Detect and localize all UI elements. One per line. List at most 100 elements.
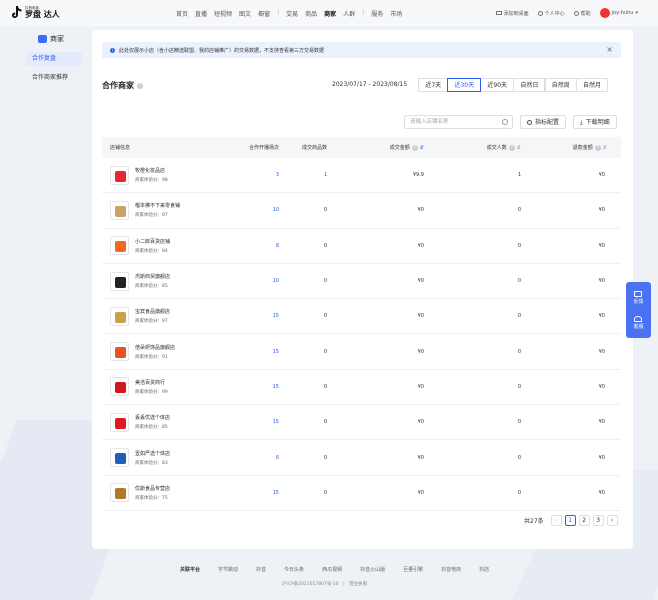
question-circle-icon[interactable]: ?	[411, 144, 418, 151]
shop-name[interactable]: 小二郎百货店铺	[135, 238, 170, 245]
range-tab[interactable]: 近30天	[447, 78, 482, 92]
table-row[interactable]: 牧橙化妆品店 商家体验分：98 3 1 ¥9.9 1 ¥0	[102, 158, 621, 194]
table-row[interactable]: 优斯食品专营店 商家体验分：75 15 0 ¥0 0 ¥0	[102, 476, 621, 511]
range-tab[interactable]: 自然月	[576, 78, 609, 92]
sessions-cell[interactable]: 15	[237, 313, 279, 319]
shop-cell: 牧橙化妆品店 商家体验分：98	[102, 165, 237, 185]
sessions-cell[interactable]: 15	[237, 349, 279, 355]
table-row[interactable]: 倍朵妍饰品旗舰店 商家体验分：91 15 0 ¥0 0 ¥0	[102, 334, 621, 370]
table-row[interactable]: 榴本佛不下来零食铺 商家体验分：97 10 0 ¥0 0 ¥0	[102, 193, 621, 229]
shop-name[interactable]: 宝宾食品旗舰店	[135, 308, 170, 315]
table-row[interactable]: 丢丢优选个体店 商家体验分：85 15 0 ¥0 0 ¥0	[102, 405, 621, 441]
footer-link[interactable]: 抖店	[479, 566, 489, 573]
license-link[interactable]: 营业执照	[349, 582, 367, 587]
footer-link[interactable]: 抖音火山版	[360, 566, 385, 573]
next-page-button[interactable]: ›	[606, 515, 618, 526]
buyers-cell: 0	[517, 489, 521, 496]
table-row[interactable]: 宝宾食品旗舰店 商家体验分：97 15 0 ¥0 0 ¥0	[102, 299, 621, 335]
sidebar-item-review[interactable]: 合作复盘	[26, 52, 82, 66]
shop-name[interactable]: 杰斯商贸旗舰店	[135, 273, 170, 280]
footer-link[interactable]: 抖音电商	[441, 566, 461, 573]
nav-item[interactable]: 人群	[343, 9, 355, 18]
question-circle-icon[interactable]: ?	[137, 82, 143, 89]
footer-link[interactable]: 抖音	[256, 566, 266, 573]
date-range-display[interactable]: 2023/07/17 - 2023/08/15	[332, 81, 407, 88]
nav-item[interactable]: 商品	[305, 9, 317, 18]
col-buyers[interactable]: 成交人数 ? ⇵	[424, 144, 521, 151]
shop-name[interactable]: 丢丢优选个体店	[135, 414, 170, 421]
sessions-cell[interactable]: 15	[237, 490, 279, 496]
user-menu[interactable]: joy-huhu ▾	[599, 8, 638, 18]
shop-search-input[interactable]: 请输入店铺名称	[404, 115, 513, 129]
nav-divider: |	[362, 9, 365, 16]
range-tab[interactable]: 近90天	[480, 78, 515, 92]
download-details-button[interactable]: ⤓ 下载明细	[573, 115, 617, 129]
sessions-cell[interactable]: 6	[237, 455, 279, 461]
table-row[interactable]: 小二郎百货店铺 商家体验分：84 8 0 ¥0 0 ¥0	[102, 229, 621, 264]
shop-name[interactable]: 榴本佛不下来零食铺	[135, 202, 180, 209]
sessions-cell[interactable]: 10	[237, 278, 279, 284]
nav-item[interactable]: 商家	[324, 9, 336, 18]
close-icon[interactable]: ×	[606, 45, 613, 54]
refund-cell: ¥0	[598, 207, 605, 214]
col-refund[interactable]: 退款金额 ? ⇵	[521, 144, 613, 151]
footer-link[interactable]: 今日头条	[284, 566, 304, 573]
sessions-cell[interactable]: 15	[237, 384, 279, 390]
table-row[interactable]: 杰斯商贸旗舰店 商家体验分：85 10 0 ¥0 0 ¥0	[102, 264, 621, 300]
question-circle-icon[interactable]: ?	[508, 144, 515, 151]
nav-item[interactable]: 交易	[286, 9, 298, 18]
page-2-button[interactable]: 2	[578, 515, 590, 526]
question-circle-icon[interactable]: ?	[594, 144, 601, 151]
sessions-cell[interactable]: 3	[237, 172, 279, 178]
shop-name[interactable]: 壹如严选个体店	[135, 450, 170, 457]
nav-item[interactable]: 服务	[371, 9, 383, 18]
table-row[interactable]: 美洁百货商行 商家体验分：99 15 0 ¥0 0 ¥0	[102, 370, 621, 406]
nav-item[interactable]: 图文	[239, 9, 251, 18]
page-3-button[interactable]: 3	[592, 515, 604, 526]
col-sessions[interactable]: 合作开播场次	[237, 144, 279, 151]
prev-page-button[interactable]: ‹	[550, 515, 562, 526]
sidebar-item-recommend[interactable]: 合作商家推荐	[26, 71, 82, 85]
nav-item[interactable]: 短视频	[214, 9, 232, 18]
shop-name[interactable]: 优斯食品专营店	[135, 485, 170, 492]
refund-cell: ¥0	[598, 278, 605, 285]
range-tab[interactable]: 近7天	[418, 78, 449, 92]
products-cell[interactable]: 1	[279, 172, 327, 178]
sessions-cell[interactable]: 10	[237, 207, 279, 213]
customer-service-button[interactable]: 客服	[633, 315, 644, 330]
col-gmv[interactable]: 成交金额 ? ⇵	[327, 144, 424, 151]
nav-item[interactable]: 市场	[390, 9, 402, 18]
shop-name[interactable]: 倍朵妍饰品旗舰店	[135, 344, 175, 351]
buyers-cell: 0	[517, 207, 521, 214]
shop-name[interactable]: 牧橙化妆品店	[135, 167, 168, 174]
shop-cell: 壹如严选个体店 商家体验分：83	[102, 448, 237, 468]
floating-actions: 反馈 客服	[626, 282, 651, 338]
sort-icon[interactable]: ⇵	[603, 145, 607, 151]
nav-item[interactable]: 橱窗	[258, 9, 270, 18]
table-row[interactable]: 壹如严选个体店 商家体验分：83 6 0 ¥0 0 ¥0	[102, 440, 621, 476]
help-button[interactable]: 帮助	[573, 10, 591, 17]
footer-link[interactable]: 字节跳动	[218, 566, 238, 573]
shop-name[interactable]: 美洁百货商行	[135, 379, 168, 386]
personal-center-button[interactable]: 个人中心	[537, 10, 565, 17]
icp-link[interactable]: 沪ICP备2021017807号-10	[282, 582, 339, 587]
col-products[interactable]: 成交商品数	[279, 144, 327, 151]
shop-cell: 杰斯商贸旗舰店 商家体验分：85	[102, 271, 237, 291]
shop-score: 商家体验分：84	[135, 248, 168, 254]
nav-divider: |	[277, 9, 280, 16]
nav-item[interactable]: 直播	[195, 9, 207, 18]
sessions-cell[interactable]: 8	[237, 243, 279, 249]
nav-item[interactable]: 首页	[176, 9, 188, 18]
footer-link[interactable]: 巨量引擎	[403, 566, 423, 573]
add-to-desktop-button[interactable]: 添加到桌面	[495, 10, 529, 17]
metrics-config-button[interactable]: 指标配置	[520, 115, 567, 129]
shop-cell: 优斯食品专营店 商家体验分：75	[102, 483, 237, 503]
feedback-button[interactable]: 反馈	[633, 290, 644, 305]
brand-logo[interactable]: 抖音电商 罗盘 达人	[12, 5, 60, 19]
footer-link[interactable]: 西瓜视频	[322, 566, 342, 573]
range-tab[interactable]: 自然周	[544, 78, 577, 92]
shop-score: 商家体验分：97	[135, 213, 168, 219]
sessions-cell[interactable]: 15	[237, 419, 279, 425]
range-tab[interactable]: 自然日	[513, 78, 546, 92]
page-1-button[interactable]: 1	[564, 515, 576, 526]
